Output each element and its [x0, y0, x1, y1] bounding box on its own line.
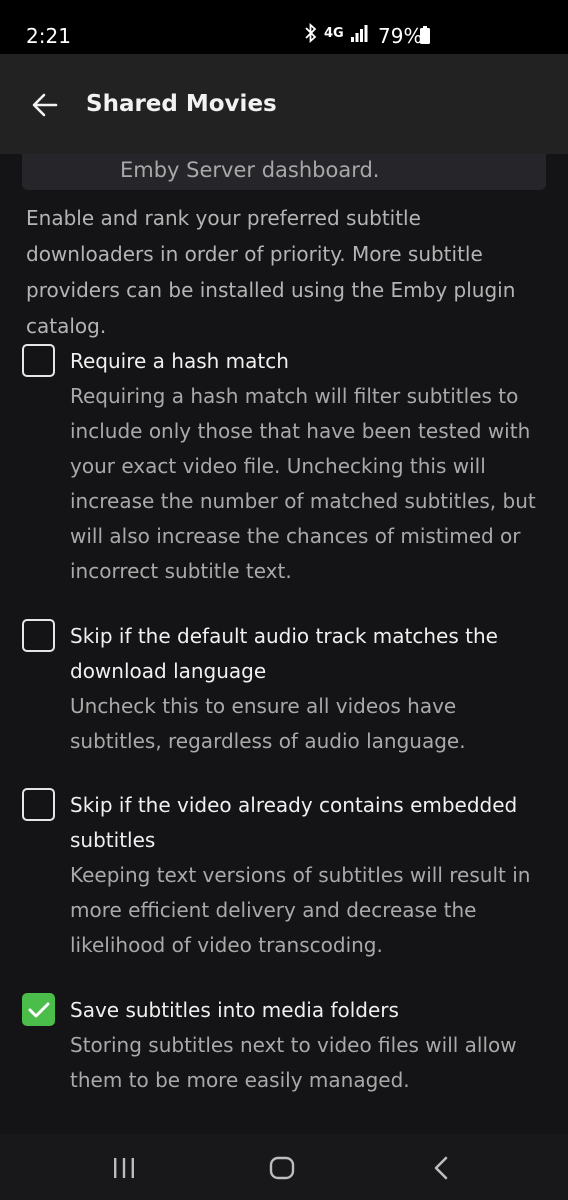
status-bar: 2:21 4G 79% — [0, 0, 568, 54]
checkbox-skip-embedded-subtitles[interactable] — [22, 788, 55, 821]
option-description: Uncheck this to ensure all videos have s… — [70, 694, 466, 753]
recent-apps-icon[interactable] — [110, 1154, 138, 1182]
page-title: Shared Movies — [86, 91, 277, 117]
battery-percent: 79% — [378, 24, 423, 48]
back-nav-icon[interactable] — [428, 1154, 456, 1182]
settings-content[interactable]: Emby Server dashboard. Enable and rank y… — [0, 154, 568, 1134]
network-type-label: 4G — [324, 25, 344, 41]
info-card-text: Emby Server dashboard. — [120, 158, 380, 182]
checkmark-icon — [28, 1002, 49, 1017]
bluetooth-icon — [305, 22, 317, 44]
option-description: Storing subtitles next to video files wi… — [70, 1033, 517, 1092]
checkbox-save-subtitles-media-folders[interactable] — [22, 993, 55, 1026]
system-nav-bar — [0, 1134, 568, 1200]
intro-text: Enable and rank your preferred subtitle … — [26, 206, 516, 338]
battery-icon — [420, 26, 430, 44]
option-description: Keeping text versions of subtitles will … — [70, 863, 531, 957]
option-label: Skip if the video already contains embed… — [70, 793, 518, 852]
option-label: Skip if the default audio track matches … — [70, 624, 498, 683]
arrow-left-icon — [32, 93, 58, 117]
option-label: Require a hash match — [70, 349, 289, 373]
option-label: Save subtitles into media folders — [70, 998, 399, 1022]
back-button[interactable] — [22, 82, 68, 128]
status-time: 2:21 — [26, 24, 71, 48]
checkbox-require-hash-match[interactable] — [22, 344, 55, 377]
checkbox-skip-audio-match[interactable] — [22, 619, 55, 652]
option-description: Requiring a hash match will filter subti… — [70, 384, 536, 583]
info-card: Emby Server dashboard. — [22, 154, 546, 190]
home-icon[interactable] — [268, 1154, 296, 1182]
signal-icon — [350, 25, 368, 42]
app-bar: Shared Movies — [0, 54, 568, 154]
status-icons: 4G — [304, 22, 368, 44]
